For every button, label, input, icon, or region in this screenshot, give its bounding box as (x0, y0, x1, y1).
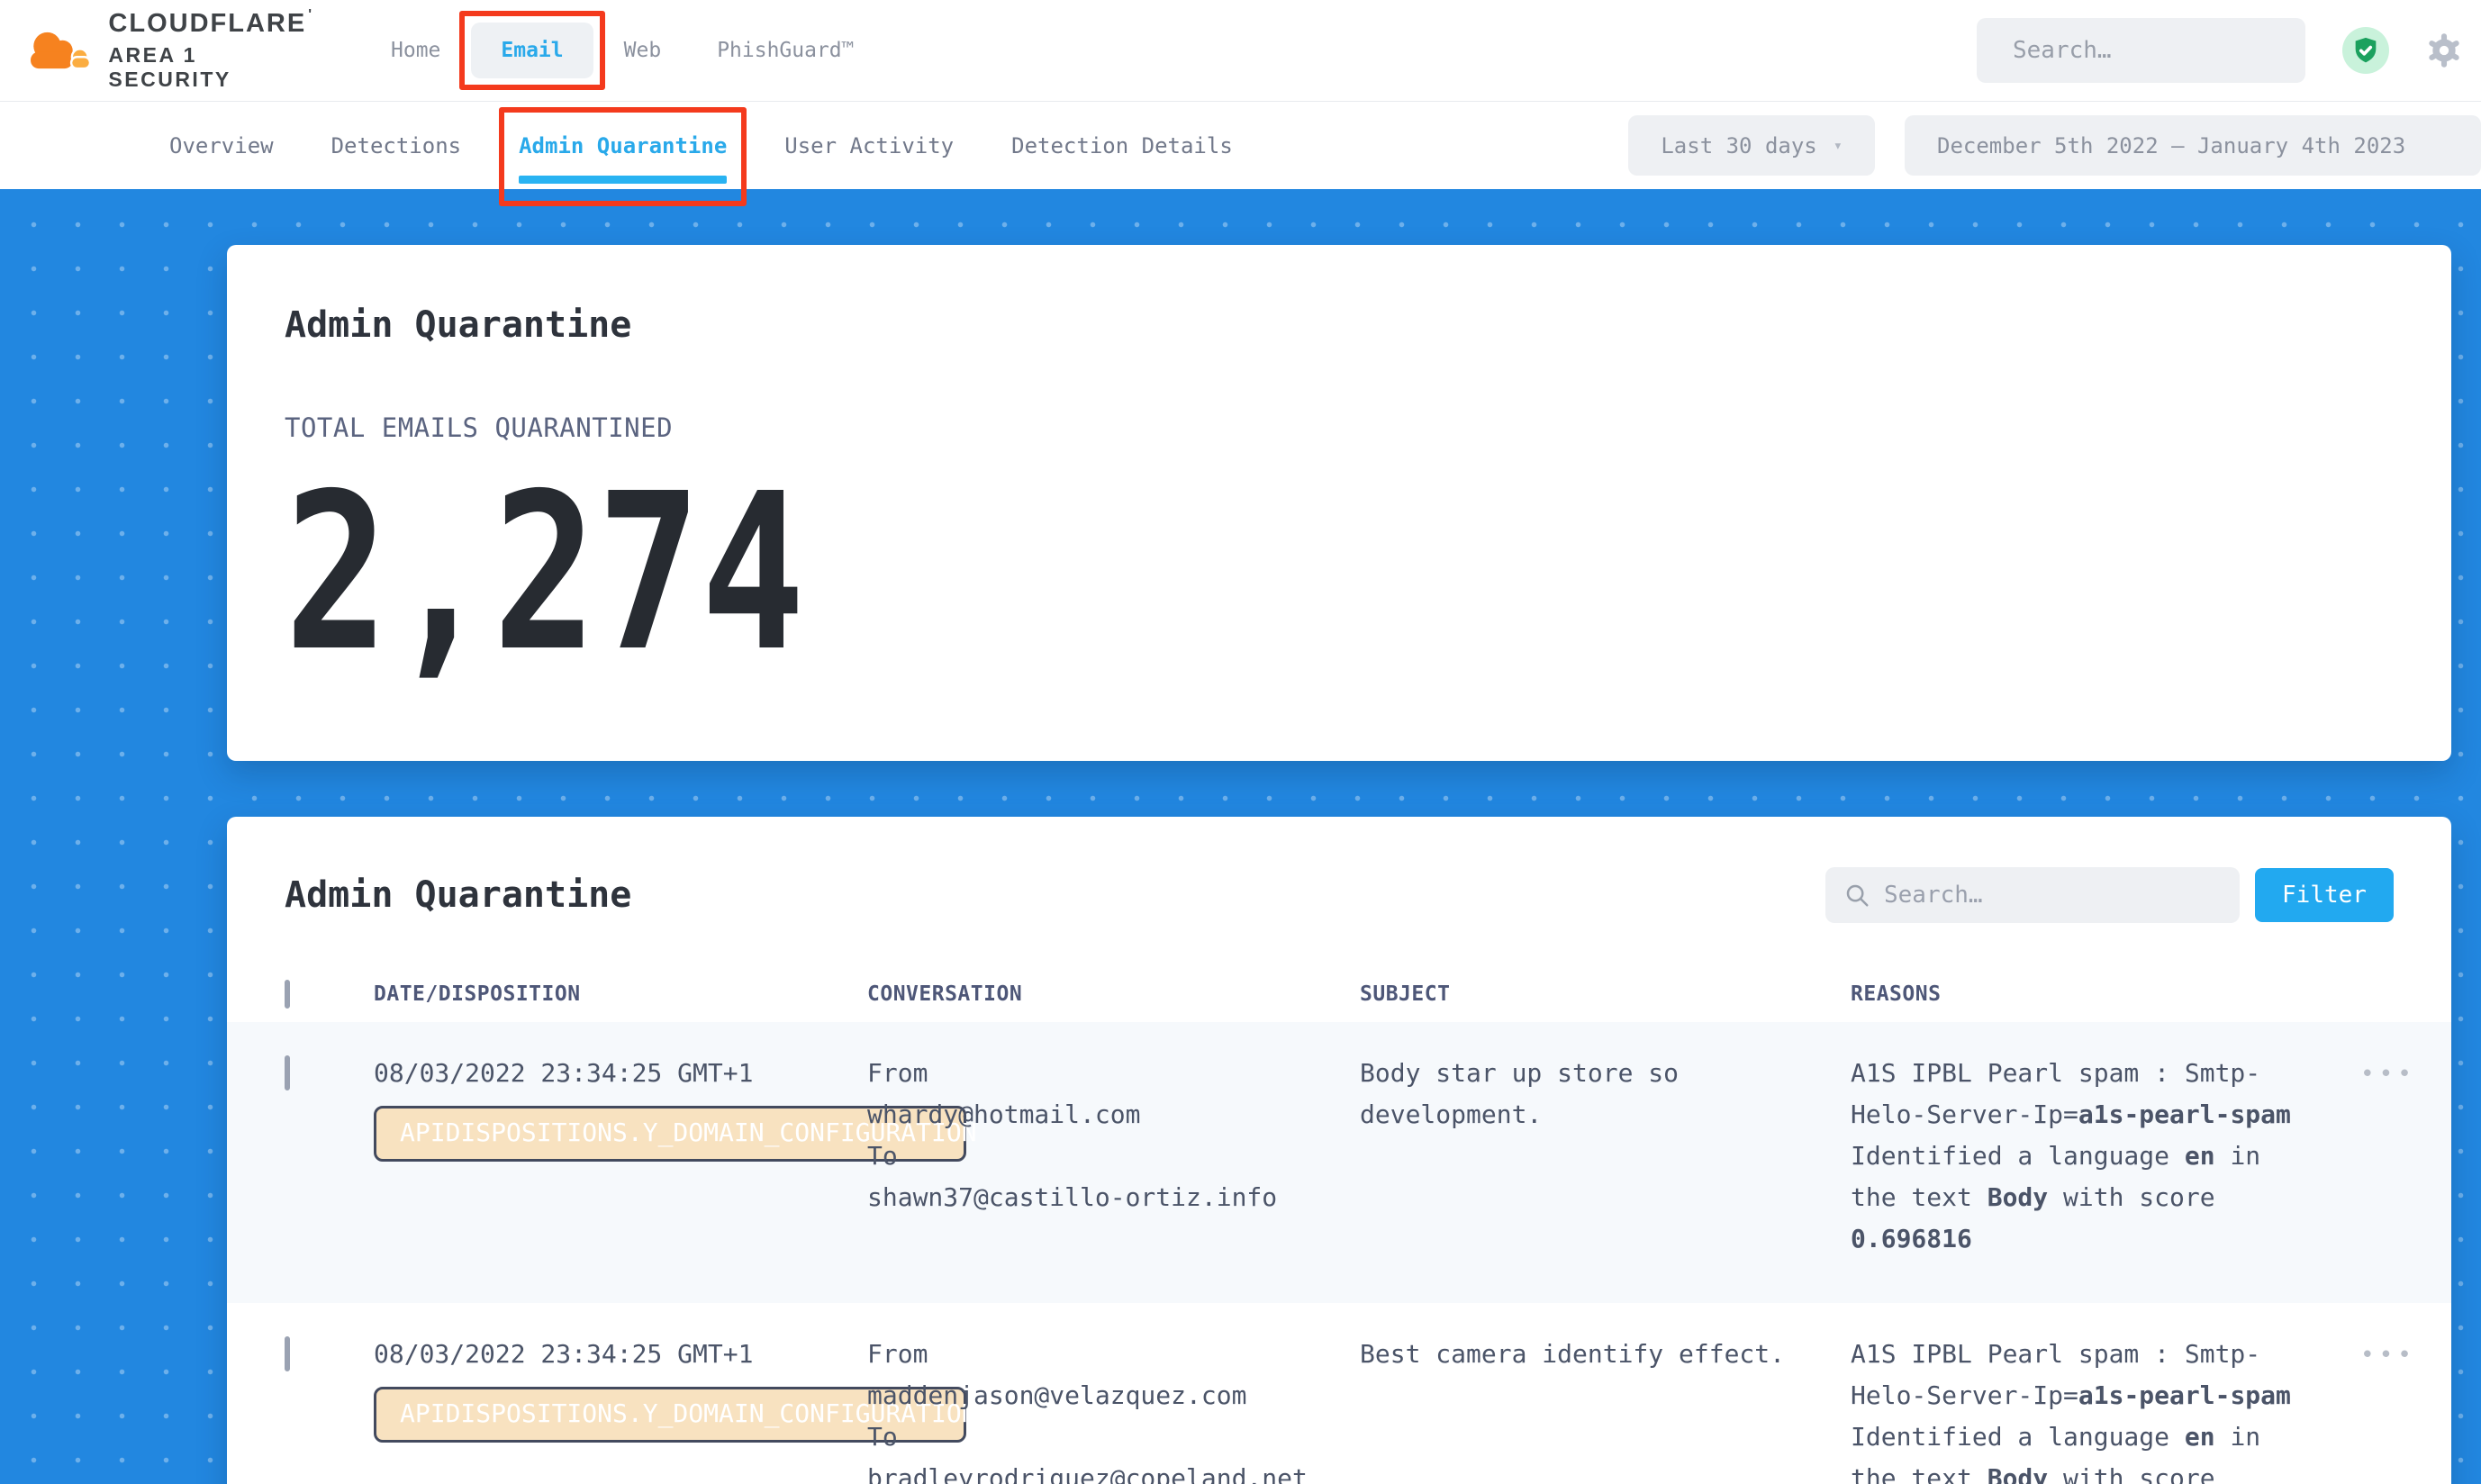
tab-admin-quarantine-label: Admin Quarantine (519, 133, 727, 158)
active-tab-underline (519, 176, 727, 184)
col-reasons: REASONS (1851, 982, 2315, 1006)
row-checkbox[interactable] (285, 1336, 290, 1371)
global-search[interactable] (1977, 18, 2305, 83)
brand-subtitle: AREA 1 SECURITY (108, 43, 313, 92)
shield-check-icon (2350, 35, 2381, 66)
header-right (1977, 18, 2481, 83)
reason-bold: en (2185, 1141, 2215, 1171)
table-header-row: DATE/DISPOSITION CONVERSATION SUBJECT RE… (227, 966, 2451, 1022)
select-all-checkbox[interactable] (285, 980, 290, 1009)
to-address: shawn37@castillo-ortiz.info (867, 1177, 1360, 1218)
cell-subject: Best camera identify effect. (1360, 1334, 1810, 1484)
tab-detections[interactable]: Detections (331, 102, 462, 189)
to-label: To (867, 1416, 1360, 1458)
cell-subject: Body star up store so development. (1360, 1053, 1810, 1260)
col-conversation: CONVERSATION (867, 982, 1360, 1006)
stat-card-title: Admin Quarantine (285, 304, 2394, 346)
table-row: 08/03/2022 23:34:25 GMT+1 APIDISPOSITION… (227, 1303, 2451, 1484)
reason-bold: 0.696816 (1851, 1224, 1972, 1253)
reason-text: with score (2048, 1182, 2214, 1212)
from-label: From (867, 1053, 1360, 1094)
cloudflare-logo: CLOUDFLARE' AREA 1 SECURITY (23, 9, 313, 92)
from-address: whardy@hotmail.com (867, 1094, 1360, 1136)
brand-trademark-tick: ' (308, 7, 313, 23)
from-label: From (867, 1334, 1360, 1375)
reason-text: with score (2048, 1463, 2214, 1484)
reason-bold: a1s-pearl-spam (2078, 1380, 2291, 1410)
cell-conversation: From whardy@hotmail.com To shawn37@casti… (867, 1053, 1360, 1260)
nav-email-wrap: Email (471, 23, 593, 78)
brand-text: CLOUDFLARE' AREA 1 SECURITY (108, 9, 313, 92)
global-search-input[interactable] (2013, 37, 2316, 64)
chevron-down-icon: ▾ (1834, 137, 1843, 155)
table-card-title: Admin Quarantine (285, 874, 631, 916)
tab-admin-quarantine[interactable]: Admin Quarantine (519, 102, 727, 189)
filter-button[interactable]: Filter (2255, 868, 2394, 922)
reason-bold: Body (1988, 1463, 2048, 1484)
row-actions-menu[interactable]: ••• (2315, 1059, 2416, 1088)
reason-text: Identified a language (1851, 1422, 2185, 1452)
quarantine-stat-card: Admin Quarantine TOTAL EMAILS QUARANTINE… (227, 245, 2451, 761)
reason-text: Identified a language (1851, 1141, 2185, 1171)
cloudflare-cloud-icon (23, 22, 95, 79)
top-nav: Home Email Web PhishGuard™ (391, 23, 855, 78)
security-status-badge[interactable] (2342, 27, 2389, 74)
quarantine-table-card: Admin Quarantine Filter DATE/DISPOSITION… (227, 817, 2451, 1484)
table-search[interactable] (1825, 867, 2240, 923)
col-subject: SUBJECT (1360, 982, 1851, 1006)
table-card-header: Admin Quarantine Filter (285, 817, 2394, 923)
table-search-input[interactable] (1884, 882, 2222, 909)
row-date: 08/03/2022 23:34:25 GMT+1 (374, 1053, 867, 1094)
range-selector-label: Last 30 days (1661, 133, 1816, 158)
app-header: CLOUDFLARE' AREA 1 SECURITY Home Email W… (0, 0, 2481, 102)
nav-email[interactable]: Email (471, 23, 593, 78)
reason-bold: en (2185, 1422, 2215, 1452)
from-address: maddenjason@velazquez.com (867, 1375, 1360, 1416)
cell-conversation: From maddenjason@velazquez.com To bradle… (867, 1334, 1360, 1484)
cell-reasons: A1S IPBL Pearl spam : Smtp-Helo-Server-I… (1851, 1334, 2305, 1484)
range-selector-dropdown[interactable]: Last 30 days ▾ (1628, 115, 1875, 176)
cell-reasons: A1S IPBL Pearl spam : Smtp-Helo-Server-I… (1851, 1053, 2305, 1260)
row-checkbox[interactable] (285, 1055, 290, 1090)
search-icon (1843, 882, 1870, 909)
tab-overview[interactable]: Overview (169, 102, 274, 189)
nav-web[interactable]: Web (624, 39, 662, 62)
to-address: bradleyrodriguez@copeland.net (867, 1458, 1360, 1484)
brand-name: CLOUDFLARE (108, 9, 306, 39)
reason-bold: Body (1988, 1182, 2048, 1212)
date-range-label: December 5th 2022 — January 4th 2023 (1937, 133, 2405, 158)
cell-date-disposition: 08/03/2022 23:34:25 GMT+1 APIDISPOSITION… (374, 1334, 867, 1484)
subnav-right: Last 30 days ▾ December 5th 2022 — Janua… (1628, 115, 2481, 176)
row-date: 08/03/2022 23:34:25 GMT+1 (374, 1334, 867, 1375)
metric-label: TOTAL EMAILS QUARANTINED (285, 412, 2394, 443)
nav-phishguard[interactable]: PhishGuard™ (717, 39, 854, 62)
settings-button[interactable] (2423, 30, 2465, 71)
tab-detection-details[interactable]: Detection Details (1011, 102, 1233, 189)
reason-bold: a1s-pearl-spam (2078, 1099, 2291, 1129)
quarantine-table: DATE/DISPOSITION CONVERSATION SUBJECT RE… (227, 966, 2451, 1484)
gear-icon (2423, 30, 2465, 71)
email-subnav: Overview Detections Admin Quarantine Use… (0, 102, 2481, 189)
date-range-field[interactable]: December 5th 2022 — January 4th 2023 (1905, 115, 2481, 176)
to-label: To (867, 1136, 1360, 1177)
table-row: 08/03/2022 23:34:25 GMT+1 APIDISPOSITION… (227, 1022, 2451, 1303)
tab-user-activity[interactable]: User Activity (784, 102, 954, 189)
col-date-disposition: DATE/DISPOSITION (374, 982, 867, 1006)
cell-date-disposition: 08/03/2022 23:34:25 GMT+1 APIDISPOSITION… (374, 1053, 867, 1260)
subnav-tabs: Overview Detections Admin Quarantine Use… (169, 102, 1233, 189)
row-actions-menu[interactable]: ••• (2315, 1340, 2416, 1369)
nav-home[interactable]: Home (391, 39, 440, 62)
dashboard-canvas: Admin Quarantine TOTAL EMAILS QUARANTINE… (0, 189, 2481, 1484)
metric-value: 2,274 (285, 465, 1972, 681)
